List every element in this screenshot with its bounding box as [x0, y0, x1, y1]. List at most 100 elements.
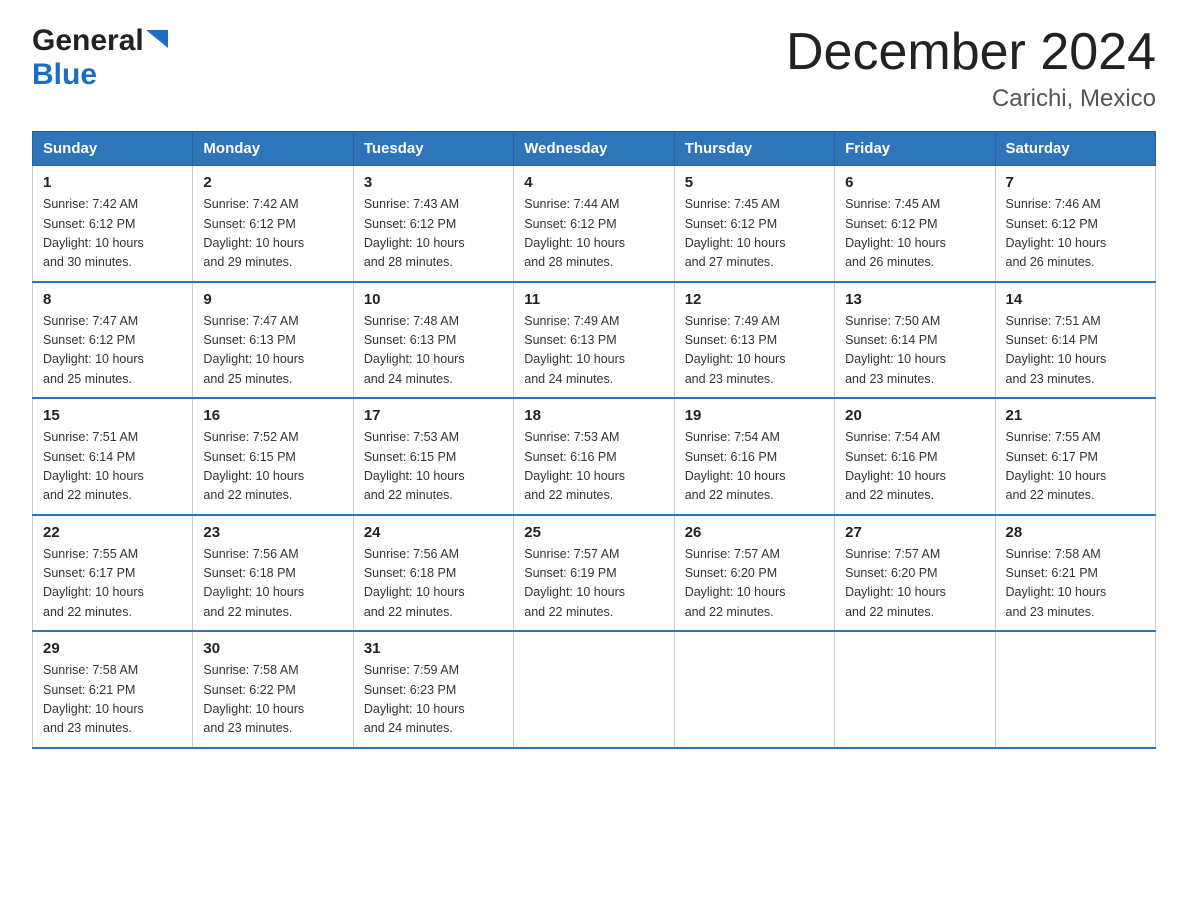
calendar-day-cell: 12Sunrise: 7:49 AMSunset: 6:13 PMDayligh…: [674, 282, 834, 399]
day-info: Sunrise: 7:56 AMSunset: 6:18 PMDaylight:…: [364, 545, 503, 623]
calendar-day-cell: 4 Sunrise: 7:44 AMSunset: 6:12 PMDaylight…: [514, 166, 674, 282]
day-number: 15: [43, 407, 182, 424]
calendar-day-cell: 21 Sunrise: 7:55 AMSunset: 6:17 PMDayligh…: [995, 398, 1155, 515]
logo-triangle-icon: [146, 30, 168, 53]
calendar-day-cell: 11 Sunrise: 7:49 AMSunset: 6:13 PMDayligh…: [514, 282, 674, 399]
calendar-day-cell: 18Sunrise: 7:53 AMSunset: 6:16 PMDayligh…: [514, 398, 674, 515]
day-number: 29: [43, 640, 182, 657]
calendar-day-cell: 23 Sunrise: 7:56 AMSunset: 6:18 PMDayligh…: [193, 515, 353, 632]
calendar-day-cell: 17 Sunrise: 7:53 AMSunset: 6:15 PMDayligh…: [353, 398, 513, 515]
weekday-header: Friday: [835, 132, 995, 166]
day-info: Sunrise: 7:50 AMSunset: 6:14 PMDaylight:…: [845, 312, 984, 390]
day-info: Sunrise: 7:43 AMSunset: 6:12 PMDaylight:…: [364, 195, 503, 273]
calendar-day-cell: 25 Sunrise: 7:57 AMSunset: 6:19 PMDayligh…: [514, 515, 674, 632]
calendar-header-row: SundayMondayTuesdayWednesdayThursdayFrid…: [33, 132, 1156, 166]
calendar-day-cell: 9 Sunrise: 7:47 AMSunset: 6:13 PMDaylight…: [193, 282, 353, 399]
day-number: 3: [364, 174, 503, 191]
day-info: Sunrise: 7:58 AMSunset: 6:21 PMDaylight:…: [1006, 545, 1145, 623]
calendar-day-cell: 7Sunrise: 7:46 AMSunset: 6:12 PMDaylight…: [995, 166, 1155, 282]
day-number: 5: [685, 174, 824, 191]
calendar-day-cell: 14 Sunrise: 7:51 AMSunset: 6:14 PMDayligh…: [995, 282, 1155, 399]
calendar-day-cell: 26 Sunrise: 7:57 AMSunset: 6:20 PMDayligh…: [674, 515, 834, 632]
calendar-day-cell: 22Sunrise: 7:55 AMSunset: 6:17 PMDayligh…: [33, 515, 193, 632]
weekday-header: Tuesday: [353, 132, 513, 166]
day-info: Sunrise: 7:59 AMSunset: 6:23 PMDaylight:…: [364, 661, 503, 739]
calendar-day-cell: 20Sunrise: 7:54 AMSunset: 6:16 PMDayligh…: [835, 398, 995, 515]
day-number: 14: [1006, 291, 1145, 308]
day-info: Sunrise: 7:51 AMSunset: 6:14 PMDaylight:…: [43, 428, 182, 506]
calendar-title-block: December 2024 Carichi, Mexico: [786, 24, 1156, 113]
logo: General Blue: [32, 24, 168, 92]
day-info: Sunrise: 7:55 AMSunset: 6:17 PMDaylight:…: [1006, 428, 1145, 506]
day-number: 26: [685, 524, 824, 541]
day-info: Sunrise: 7:48 AMSunset: 6:13 PMDaylight:…: [364, 312, 503, 390]
day-number: 11: [524, 291, 663, 308]
day-info: Sunrise: 7:58 AMSunset: 6:21 PMDaylight:…: [43, 661, 182, 739]
day-info: Sunrise: 7:45 AMSunset: 6:12 PMDaylight:…: [685, 195, 824, 273]
calendar-day-cell: 28 Sunrise: 7:58 AMSunset: 6:21 PMDayligh…: [995, 515, 1155, 632]
weekday-header: Sunday: [33, 132, 193, 166]
weekday-header: Thursday: [674, 132, 834, 166]
day-info: Sunrise: 7:55 AMSunset: 6:17 PMDaylight:…: [43, 545, 182, 623]
day-number: 17: [364, 407, 503, 424]
day-info: Sunrise: 7:57 AMSunset: 6:20 PMDaylight:…: [685, 545, 824, 623]
calendar-day-cell: 29 Sunrise: 7:58 AMSunset: 6:21 PMDayligh…: [33, 631, 193, 748]
logo-general: General: [32, 24, 144, 58]
weekday-header: Saturday: [995, 132, 1155, 166]
day-number: 2: [203, 174, 342, 191]
calendar-table: SundayMondayTuesdayWednesdayThursdayFrid…: [32, 131, 1156, 749]
calendar-day-cell: [835, 631, 995, 748]
calendar-day-cell: 5 Sunrise: 7:45 AMSunset: 6:12 PMDaylight…: [674, 166, 834, 282]
calendar-day-cell: 10 Sunrise: 7:48 AMSunset: 6:13 PMDayligh…: [353, 282, 513, 399]
logo-blue: Blue: [32, 58, 97, 91]
day-number: 16: [203, 407, 342, 424]
day-info: Sunrise: 7:47 AMSunset: 6:12 PMDaylight:…: [43, 312, 182, 390]
calendar-day-cell: [514, 631, 674, 748]
day-info: Sunrise: 7:49 AMSunset: 6:13 PMDaylight:…: [524, 312, 663, 390]
calendar-title: December 2024: [786, 24, 1156, 81]
calendar-day-cell: 19Sunrise: 7:54 AMSunset: 6:16 PMDayligh…: [674, 398, 834, 515]
day-number: 24: [364, 524, 503, 541]
calendar-week-row: 22Sunrise: 7:55 AMSunset: 6:17 PMDayligh…: [33, 515, 1156, 632]
day-number: 31: [364, 640, 503, 657]
calendar-day-cell: 8 Sunrise: 7:47 AMSunset: 6:12 PMDaylight…: [33, 282, 193, 399]
day-info: Sunrise: 7:54 AMSunset: 6:16 PMDaylight:…: [845, 428, 984, 506]
day-info: Sunrise: 7:56 AMSunset: 6:18 PMDaylight:…: [203, 545, 342, 623]
calendar-day-cell: [995, 631, 1155, 748]
calendar-week-row: 8 Sunrise: 7:47 AMSunset: 6:12 PMDaylight…: [33, 282, 1156, 399]
day-number: 8: [43, 291, 182, 308]
day-info: Sunrise: 7:46 AMSunset: 6:12 PMDaylight:…: [1006, 195, 1145, 273]
day-number: 28: [1006, 524, 1145, 541]
day-info: Sunrise: 7:42 AMSunset: 6:12 PMDaylight:…: [203, 195, 342, 273]
calendar-day-cell: 27Sunrise: 7:57 AMSunset: 6:20 PMDayligh…: [835, 515, 995, 632]
day-info: Sunrise: 7:45 AMSunset: 6:12 PMDaylight:…: [845, 195, 984, 273]
calendar-day-cell: 6 Sunrise: 7:45 AMSunset: 6:12 PMDaylight…: [835, 166, 995, 282]
calendar-day-cell: 13Sunrise: 7:50 AMSunset: 6:14 PMDayligh…: [835, 282, 995, 399]
day-number: 10: [364, 291, 503, 308]
day-info: Sunrise: 7:51 AMSunset: 6:14 PMDaylight:…: [1006, 312, 1145, 390]
day-number: 25: [524, 524, 663, 541]
calendar-day-cell: 31 Sunrise: 7:59 AMSunset: 6:23 PMDayligh…: [353, 631, 513, 748]
day-number: 21: [1006, 407, 1145, 424]
day-info: Sunrise: 7:57 AMSunset: 6:19 PMDaylight:…: [524, 545, 663, 623]
calendar-day-cell: 15 Sunrise: 7:51 AMSunset: 6:14 PMDayligh…: [33, 398, 193, 515]
weekday-header: Monday: [193, 132, 353, 166]
day-number: 6: [845, 174, 984, 191]
day-number: 23: [203, 524, 342, 541]
day-number: 1: [43, 174, 182, 191]
calendar-subtitle: Carichi, Mexico: [786, 85, 1156, 113]
day-info: Sunrise: 7:53 AMSunset: 6:15 PMDaylight:…: [364, 428, 503, 506]
day-info: Sunrise: 7:57 AMSunset: 6:20 PMDaylight:…: [845, 545, 984, 623]
day-number: 9: [203, 291, 342, 308]
calendar-week-row: 29 Sunrise: 7:58 AMSunset: 6:21 PMDayligh…: [33, 631, 1156, 748]
day-info: Sunrise: 7:47 AMSunset: 6:13 PMDaylight:…: [203, 312, 342, 390]
day-number: 4: [524, 174, 663, 191]
day-info: Sunrise: 7:42 AMSunset: 6:12 PMDaylight:…: [43, 195, 182, 273]
day-info: Sunrise: 7:54 AMSunset: 6:16 PMDaylight:…: [685, 428, 824, 506]
day-info: Sunrise: 7:44 AMSunset: 6:12 PMDaylight:…: [524, 195, 663, 273]
day-info: Sunrise: 7:58 AMSunset: 6:22 PMDaylight:…: [203, 661, 342, 739]
day-number: 18: [524, 407, 663, 424]
calendar-day-cell: 1 Sunrise: 7:42 AMSunset: 6:12 PMDaylight…: [33, 166, 193, 282]
day-info: Sunrise: 7:52 AMSunset: 6:15 PMDaylight:…: [203, 428, 342, 506]
page-header: General Blue December 2024 Carichi, Mexi…: [32, 24, 1156, 113]
